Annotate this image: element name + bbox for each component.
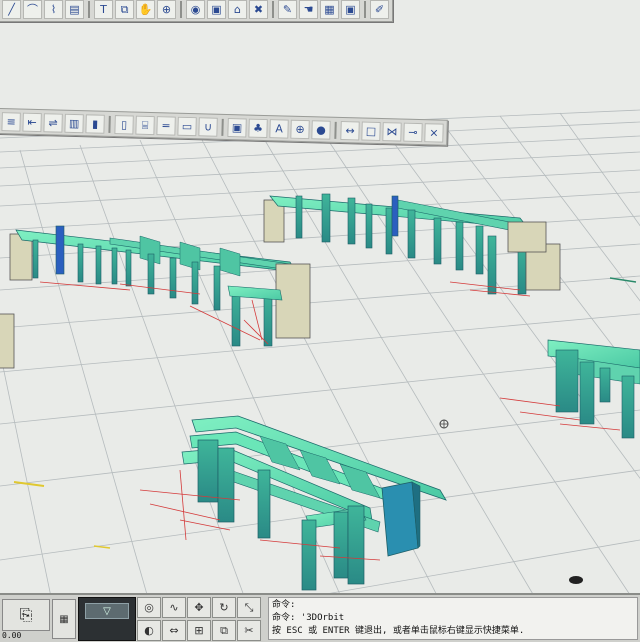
hatch-icon[interactable]: ▤ bbox=[65, 0, 84, 19]
orbit-tool-icon[interactable]: ◎ bbox=[137, 597, 161, 618]
close-icon[interactable]: × bbox=[424, 122, 444, 143]
command-history-label: 命令: bbox=[272, 600, 296, 610]
toolbar-separator bbox=[180, 0, 182, 18]
target-icon[interactable]: ⊕ bbox=[290, 119, 310, 139]
stretch-tool-icon[interactable]: ⇔ bbox=[162, 620, 186, 641]
dimension-icon[interactable]: ↔ bbox=[340, 120, 360, 140]
move-tool-icon[interactable]: ✥ bbox=[187, 597, 211, 618]
table-icon[interactable]: ▥ bbox=[64, 113, 84, 133]
wall-icon[interactable]: ▯ bbox=[114, 114, 134, 135]
command-line[interactable]: 命令: 命令: '3DOrbit 按 ESC 或 ENTER 键退出, 或者单击… bbox=[268, 597, 638, 640]
u-profile-icon[interactable]: ∪ bbox=[198, 116, 218, 137]
grid-icon[interactable]: ▦ bbox=[320, 0, 339, 19]
layer-prev-icon[interactable]: ⇤ bbox=[22, 112, 42, 132]
pan-icon[interactable]: ✋ bbox=[136, 0, 155, 19]
3d-viewport[interactable] bbox=[0, 0, 640, 640]
grid-toggle-button[interactable]: ▦ bbox=[52, 599, 76, 639]
brush-icon[interactable]: ✐ bbox=[370, 0, 389, 19]
command-last-prompt: 命令: '3DOrbit bbox=[272, 613, 345, 623]
properties-icon[interactable]: ▣ bbox=[341, 0, 360, 19]
structure-right-frame bbox=[499, 277, 640, 439]
orbit-icon[interactable]: ◉ bbox=[186, 0, 205, 19]
render-icon[interactable]: ▣ bbox=[207, 0, 226, 19]
structure-left-wall bbox=[0, 313, 15, 369]
yellow-mark bbox=[13, 481, 111, 549]
copy-icon[interactable]: ⧉ bbox=[115, 0, 134, 19]
perspective-grid bbox=[0, 109, 640, 640]
hand-icon[interactable]: ☚ bbox=[299, 0, 318, 19]
zoom-icon[interactable]: ⊕ bbox=[157, 0, 176, 19]
slab-icon[interactable]: ▭ bbox=[177, 116, 197, 136]
panel-icon[interactable]: □ bbox=[361, 121, 381, 141]
toolbar-separator bbox=[364, 0, 366, 18]
block-icon[interactable]: ▣ bbox=[227, 117, 247, 138]
trim-tool-icon[interactable]: ✂ bbox=[237, 620, 261, 641]
layer-icon[interactable]: ≡ bbox=[1, 111, 21, 132]
match-icon[interactable]: ⇌ bbox=[43, 112, 63, 133]
array-tool-icon[interactable]: ⊞ bbox=[187, 620, 211, 641]
tree-icon[interactable]: ♣ bbox=[248, 118, 268, 138]
home-icon[interactable]: ⌂ bbox=[228, 0, 247, 19]
toolbar-separator bbox=[108, 115, 111, 133]
orbit-cursor-icon bbox=[439, 419, 449, 429]
sphere-icon[interactable]: ● bbox=[311, 119, 331, 140]
stair-icon[interactable]: ⌸ bbox=[135, 115, 155, 135]
node-icon[interactable]: ⊸ bbox=[403, 122, 423, 142]
wave-tool-icon[interactable]: ∿ bbox=[162, 597, 186, 618]
tool-palette: ◎ ∿ ✥ ↻ ⤡ ◐ ⇔ ⊞ ⧉ ✂ bbox=[137, 597, 263, 641]
text-a-icon[interactable]: A bbox=[269, 118, 289, 139]
structure-front-frame bbox=[139, 415, 447, 591]
toolbar-modify: ╱ ⌒ ⌇ ▤ T ⧉ ✋ ⊕ ◉ ▣ ⌂ ✖ ✎ ☚ ▦ ▣ ✐ bbox=[0, 0, 393, 22]
ucs-icon bbox=[569, 576, 583, 584]
line-icon[interactable]: ╱ bbox=[2, 0, 21, 19]
eraser-icon[interactable]: ✖ bbox=[249, 0, 268, 19]
arc-icon[interactable]: ⌒ bbox=[23, 0, 42, 19]
rotate-tool-icon[interactable]: ↻ bbox=[212, 597, 236, 618]
text-icon[interactable]: T bbox=[94, 0, 113, 19]
snap-toggle-button[interactable]: ⎘ bbox=[2, 599, 50, 631]
toolbar-separator bbox=[221, 118, 224, 136]
toolbar-separator bbox=[334, 121, 337, 139]
offset-tool-icon[interactable]: ⧉ bbox=[212, 620, 236, 641]
toolbar-separator bbox=[272, 0, 274, 18]
dashboard-panel: ▽ bbox=[78, 597, 136, 641]
view-preview-icon: ▽ bbox=[85, 603, 129, 619]
paint-icon[interactable]: ✎ bbox=[278, 0, 297, 19]
beam-icon[interactable]: ═ bbox=[156, 115, 176, 136]
toolbar-separator bbox=[88, 0, 90, 18]
command-hint: 按 ESC 或 ENTER 键退出, 或者单击鼠标右键显示快捷菜单. bbox=[272, 626, 525, 636]
mirror-tool-icon[interactable]: ◐ bbox=[137, 620, 161, 641]
bottom-panel: ⎘ 0.00 ▦ ▽ ◎ ∿ ✥ ↻ ⤡ ◐ ⇔ ⊞ ⧉ ✂ 命令: 命令: '… bbox=[0, 593, 640, 642]
column-icon[interactable]: ▮ bbox=[85, 113, 105, 134]
scale-tool-icon[interactable]: ⤡ bbox=[237, 597, 261, 618]
polyline-icon[interactable]: ⌇ bbox=[44, 0, 63, 19]
truss-icon[interactable]: ⋈ bbox=[382, 121, 402, 142]
